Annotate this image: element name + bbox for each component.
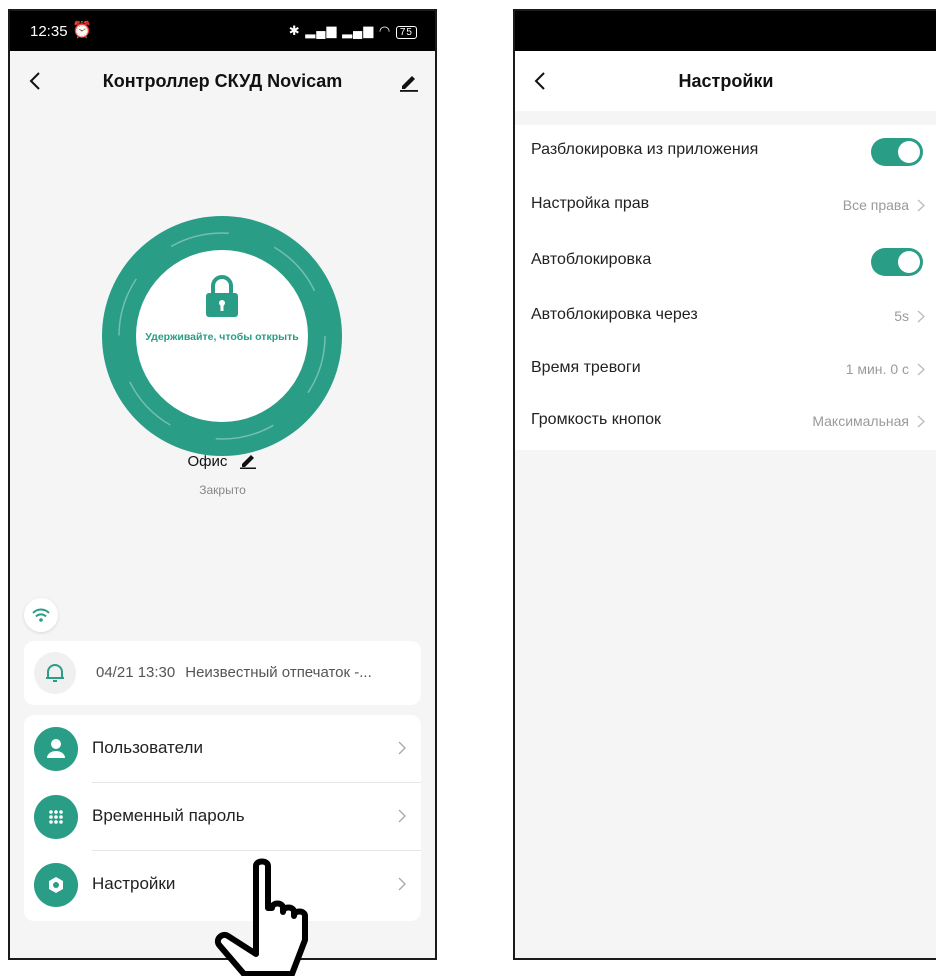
event-description: Неизвестный отпечаток -... xyxy=(185,664,372,681)
last-event-card[interactable]: 04/21 13:30 Неизвестный отпечаток -... xyxy=(24,641,421,705)
autolock-toggle[interactable] xyxy=(871,248,923,276)
setting-button-volume[interactable]: Громкость кнопок Максимальная xyxy=(515,395,936,449)
setting-autolock-delay[interactable]: Автоблокировка через 5s xyxy=(515,290,936,344)
lock-icon xyxy=(206,275,238,317)
status-icons: ✱ ▂▄▆ ▂▄▆ ◠ 75 xyxy=(289,23,417,39)
keypad-icon xyxy=(34,795,78,839)
battery-icon: 75 xyxy=(395,26,417,39)
back-icon[interactable] xyxy=(24,69,48,93)
chevron-right-icon xyxy=(917,310,925,323)
pointer-hand-icon xyxy=(214,858,308,976)
event-date: 04/21 13:30 xyxy=(96,664,176,681)
top-bar: Контроллер СКУД Novicam xyxy=(10,51,435,111)
bell-icon xyxy=(34,652,76,694)
setting-value: 1 мин. 0 с xyxy=(845,361,909,377)
menu-label-users: Пользователи xyxy=(92,738,203,757)
bluetooth-icon: ✱ xyxy=(288,23,301,38)
chevron-right-icon xyxy=(917,199,925,212)
unlock-hint: Удерживайте, чтобы открыть xyxy=(145,331,299,343)
gear-icon xyxy=(34,863,78,907)
page-title: Контроллер СКУД Novicam xyxy=(102,71,343,91)
chevron-right-icon xyxy=(398,809,406,823)
phone-screen-controller: 12:35 ⏰ ✱ ▂▄▆ ▂▄▆ ◠ 75 Контроллер СКУД N… xyxy=(8,9,437,960)
setting-autolock[interactable]: Автоблокировка xyxy=(515,235,936,289)
top-bar: Настройки xyxy=(515,51,936,111)
chevron-right-icon xyxy=(917,363,925,376)
door-name-label: Офис xyxy=(187,453,228,470)
phone-screen-settings: Настройки Разблокировка из приложения На… xyxy=(513,9,936,960)
door-name: Офис xyxy=(10,451,435,470)
back-icon[interactable] xyxy=(529,69,553,93)
pencil-icon[interactable] xyxy=(238,451,258,469)
menu-item-temp-password[interactable]: Временный пароль xyxy=(24,783,421,851)
setting-label: Время тревоги xyxy=(531,359,641,376)
setting-value: Все права xyxy=(842,197,909,213)
setting-label: Автоблокировка xyxy=(531,251,652,268)
status-bar: 12:35 ⏰ ✱ ▂▄▆ ▂▄▆ ◠ 75 xyxy=(10,11,435,51)
chevron-right-icon xyxy=(917,415,925,428)
chevron-right-icon xyxy=(398,877,406,891)
event-text: 04/21 13:30 Неизвестный отпечаток -... xyxy=(96,664,382,681)
alarm-icon: ⏰ xyxy=(72,22,92,39)
user-icon xyxy=(34,727,78,771)
app-unlock-toggle[interactable] xyxy=(871,138,923,166)
status-time: 12:35 xyxy=(30,23,68,40)
edit-icon[interactable] xyxy=(397,69,421,93)
signal-icon: ▂▄▆ xyxy=(305,23,338,38)
door-state: Закрыто xyxy=(199,483,246,497)
settings-list: Разблокировка из приложения Настройка пр… xyxy=(515,125,936,450)
page-title: Настройки xyxy=(678,71,774,91)
wifi-icon[interactable] xyxy=(24,598,58,632)
menu-label-settings: Настройки xyxy=(92,874,176,893)
setting-label: Разблокировка из приложения xyxy=(531,141,759,158)
setting-label: Громкость кнопок xyxy=(531,411,662,428)
setting-alarm-time[interactable]: Время тревоги 1 мин. 0 с xyxy=(515,343,936,397)
menu-item-users[interactable]: Пользователи xyxy=(24,715,421,783)
setting-label: Автоблокировка через xyxy=(531,306,698,323)
setting-app-unlock[interactable]: Разблокировка из приложения xyxy=(515,125,936,179)
wifi-status-icon: ◠ xyxy=(378,23,392,38)
menu-label-temp-password: Временный пароль xyxy=(92,806,245,825)
chevron-right-icon xyxy=(398,741,406,755)
toggle-knob xyxy=(898,141,920,163)
setting-value: 5s xyxy=(894,308,909,324)
setting-permissions[interactable]: Настройка прав Все права xyxy=(515,179,936,233)
toggle-knob xyxy=(898,251,920,273)
setting-value: Максимальная xyxy=(812,413,909,429)
signal-icon-2: ▂▄▆ xyxy=(342,23,375,38)
status-bar xyxy=(515,11,936,51)
setting-label: Настройка прав xyxy=(531,195,650,212)
